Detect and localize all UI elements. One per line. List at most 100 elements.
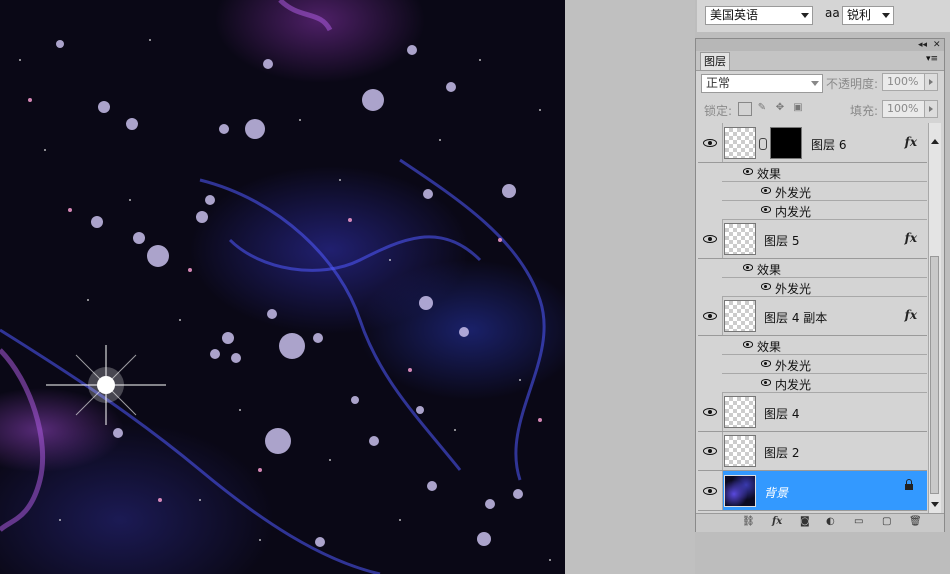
layers-bottom-toolbar: ⛓ fx ◙ ◐ ▭ ▢ 🗑 bbox=[696, 513, 944, 532]
effects-row[interactable]: 效果 bbox=[722, 163, 927, 182]
effect-name: 外发光 bbox=[775, 282, 812, 296]
effect-name: 内发光 bbox=[775, 205, 812, 219]
effect-row[interactable]: 内发光 bbox=[722, 374, 927, 393]
chevron-down-icon bbox=[882, 13, 890, 18]
eye-icon[interactable] bbox=[703, 235, 717, 243]
layer-name[interactable]: 图层 4 bbox=[764, 405, 799, 422]
visibility-toggle[interactable] bbox=[698, 123, 723, 162]
lock-transparency-icon[interactable] bbox=[738, 102, 752, 116]
fill-field[interactable]: 100% bbox=[882, 100, 938, 118]
effects-label: 效果 bbox=[757, 340, 782, 354]
panel-title-strip: ◂◂ ✕ bbox=[696, 39, 944, 51]
add-mask-icon[interactable]: ◙ bbox=[800, 516, 810, 527]
eye-icon[interactable] bbox=[703, 408, 717, 416]
layer-list-scrollbar[interactable] bbox=[928, 123, 941, 513]
eye-icon[interactable] bbox=[743, 341, 753, 348]
fx-icon[interactable]: fx bbox=[905, 135, 917, 149]
chevron-down-icon bbox=[811, 81, 819, 86]
lock-brush-icon[interactable]: ✎ bbox=[756, 102, 768, 114]
fill-label: 填充: bbox=[850, 104, 879, 118]
layer-row[interactable]: 图层 4 副本 fx bbox=[698, 297, 927, 336]
scroll-thumb[interactable] bbox=[930, 256, 939, 494]
opacity-slider-button[interactable] bbox=[924, 74, 937, 90]
layer-row[interactable]: 图层 4 bbox=[698, 393, 927, 432]
fill-value: 100% bbox=[887, 102, 919, 115]
eye-icon[interactable] bbox=[761, 206, 771, 213]
layer-row[interactable]: 图层 6 fx bbox=[698, 123, 927, 163]
close-icon[interactable]: ✕ bbox=[933, 40, 941, 50]
antialias-value: 锐利 bbox=[847, 8, 872, 22]
scroll-down-icon[interactable] bbox=[931, 502, 939, 507]
antialias-dropdown[interactable]: 锐利 bbox=[842, 6, 894, 25]
layer-name[interactable]: 背景 bbox=[764, 484, 788, 501]
eye-icon[interactable] bbox=[761, 360, 771, 367]
lock-label: 锁定: bbox=[704, 104, 733, 118]
group-folder-icon[interactable]: ▭ bbox=[854, 516, 863, 527]
fx-icon[interactable]: fx bbox=[905, 231, 917, 245]
eye-icon[interactable] bbox=[703, 139, 717, 147]
eye-icon[interactable] bbox=[761, 379, 771, 386]
effects-row[interactable]: 效果 bbox=[722, 259, 927, 278]
effect-name: 外发光 bbox=[775, 359, 812, 373]
eye-icon[interactable] bbox=[761, 283, 771, 290]
collapse-icon[interactable]: ◂◂ bbox=[918, 40, 927, 50]
blend-mode-value: 正常 bbox=[706, 76, 731, 90]
layer-row[interactable]: 图层 2 bbox=[698, 432, 927, 471]
layer-thumbnail bbox=[724, 127, 756, 159]
visibility-toggle[interactable] bbox=[698, 432, 723, 470]
effect-row[interactable]: 外发光 bbox=[722, 182, 927, 201]
layer-row[interactable]: 图层 5 fx bbox=[698, 220, 927, 259]
effect-name: 内发光 bbox=[775, 378, 812, 392]
eye-icon[interactable] bbox=[761, 187, 771, 194]
add-style-fx-icon[interactable]: fx bbox=[772, 516, 782, 527]
layer-thumbnail bbox=[724, 300, 756, 332]
panel-tab-bar: 图层 ▾≡ bbox=[696, 51, 944, 71]
link-icon[interactable] bbox=[759, 138, 767, 150]
link-layers-icon[interactable]: ⛓ bbox=[742, 516, 755, 527]
effect-row[interactable]: 内发光 bbox=[722, 201, 927, 220]
eye-icon[interactable] bbox=[743, 168, 753, 175]
opacity-field[interactable]: 100% bbox=[882, 73, 938, 91]
workspace-background bbox=[565, 0, 695, 574]
layer-list: 图层 6 fx 效果 外发光 内发光 图层 5 fx 效果 外发光 图层 4 副… bbox=[698, 123, 927, 513]
document-canvas[interactable] bbox=[0, 0, 565, 574]
effects-label: 效果 bbox=[757, 167, 782, 181]
eye-icon[interactable] bbox=[743, 264, 753, 271]
adjustment-layer-icon[interactable]: ◐ bbox=[826, 516, 835, 527]
language-dropdown[interactable]: 美国英语 bbox=[705, 6, 813, 25]
layer-name[interactable]: 图层 2 bbox=[764, 444, 799, 461]
layers-panel: ◂◂ ✕ 图层 ▾≡ 正常 不透明度: 100% 锁定: ✎ ✥ ▣ 填充: 1… bbox=[695, 38, 945, 532]
blend-mode-dropdown[interactable]: 正常 bbox=[701, 74, 823, 93]
trash-icon[interactable]: 🗑 bbox=[909, 516, 922, 527]
effect-row[interactable]: 外发光 bbox=[722, 355, 927, 374]
visibility-toggle[interactable] bbox=[698, 297, 723, 335]
panel-menu-icon[interactable]: ▾≡ bbox=[926, 54, 938, 64]
effect-row[interactable]: 外发光 bbox=[722, 278, 927, 297]
layer-thumbnail bbox=[724, 475, 756, 507]
eye-icon[interactable] bbox=[703, 312, 717, 320]
opacity-value: 100% bbox=[887, 75, 919, 88]
layer-mask-thumbnail[interactable] bbox=[770, 127, 802, 159]
fx-icon[interactable]: fx bbox=[905, 308, 917, 322]
scroll-up-icon[interactable] bbox=[931, 139, 939, 144]
lock-all-icon[interactable]: ▣ bbox=[792, 102, 804, 114]
visibility-toggle[interactable] bbox=[698, 220, 723, 258]
visibility-toggle[interactable] bbox=[698, 471, 723, 510]
tab-layers[interactable]: 图层 bbox=[700, 52, 730, 70]
lock-icon bbox=[905, 479, 913, 490]
new-layer-icon[interactable]: ▢ bbox=[882, 516, 891, 527]
layer-name[interactable]: 图层 5 bbox=[764, 232, 799, 249]
layer-name[interactable]: 图层 4 副本 bbox=[764, 309, 827, 326]
fill-slider-button[interactable] bbox=[924, 101, 937, 117]
eye-icon[interactable] bbox=[703, 447, 717, 455]
visibility-toggle[interactable] bbox=[698, 393, 723, 431]
language-value: 美国英语 bbox=[710, 8, 759, 22]
effect-name: 外发光 bbox=[775, 186, 812, 200]
eye-icon[interactable] bbox=[703, 487, 717, 495]
layer-row-selected[interactable]: 背景 bbox=[698, 471, 927, 511]
lock-move-icon[interactable]: ✥ bbox=[774, 102, 786, 114]
effects-row[interactable]: 效果 bbox=[722, 336, 927, 355]
opacity-label: 不透明度: bbox=[826, 77, 879, 91]
layer-thumbnail bbox=[724, 435, 756, 467]
layer-name[interactable]: 图层 6 bbox=[811, 136, 846, 153]
